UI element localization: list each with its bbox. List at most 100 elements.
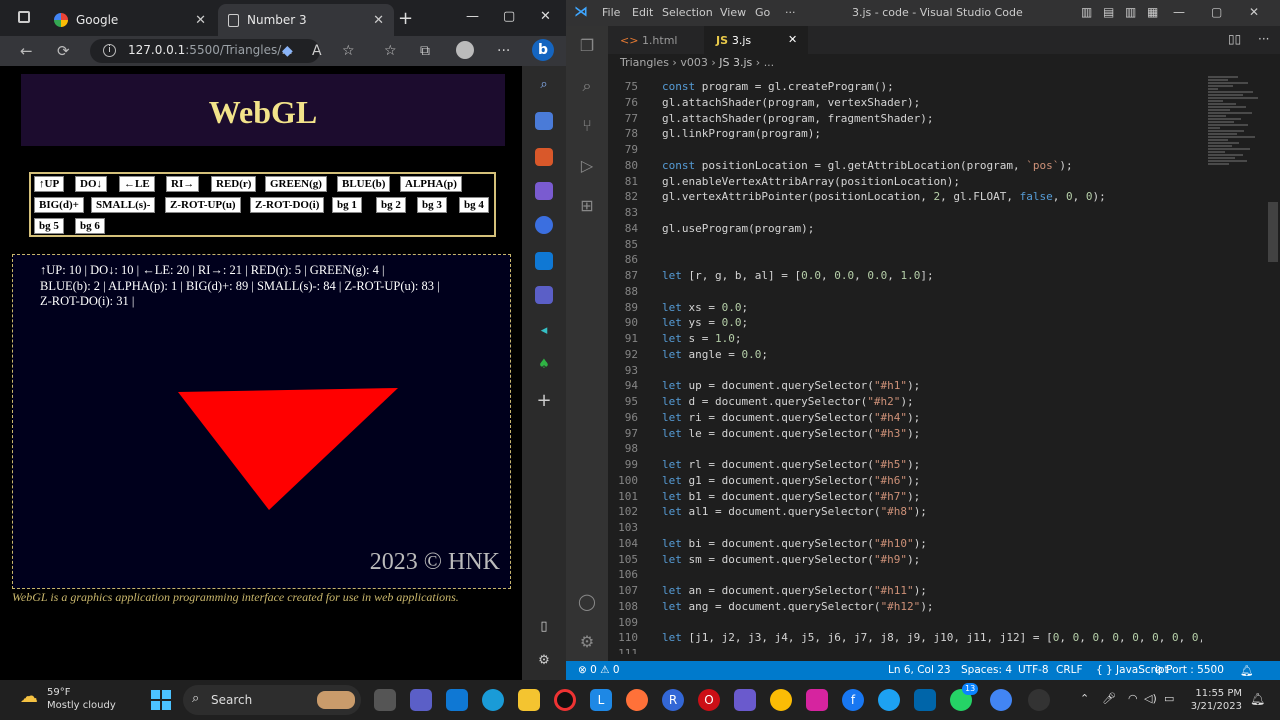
down-button[interactable]: DO↓ xyxy=(75,176,107,192)
collections-icon[interactable]: ⧉ xyxy=(420,43,430,59)
bing-icon[interactable]: b xyxy=(532,39,554,61)
layout-secondary-icon[interactable]: ▥ xyxy=(1125,5,1136,19)
code-editor[interactable]: 75 const program = gl.createProgram(); 76 g… xyxy=(608,80,1202,654)
minimize-icon[interactable]: — xyxy=(1173,5,1185,19)
close-icon[interactable]: ✕ xyxy=(373,13,384,28)
layout-panel-icon[interactable]: ▤ xyxy=(1103,5,1114,19)
teams-chat-icon[interactable] xyxy=(410,689,432,711)
breadcrumb-item[interactable]: JS 3.js xyxy=(719,56,752,69)
accounts-icon[interactable]: ◯ xyxy=(577,592,597,612)
games-icon[interactable] xyxy=(535,182,553,200)
system-clock[interactable]: 11:55 PM 3/21/2023 xyxy=(1180,687,1242,713)
refresh-icon[interactable]: ⟳ xyxy=(57,42,70,60)
minimize-icon[interactable]: — xyxy=(466,9,479,24)
app-settings-icon[interactable] xyxy=(1028,689,1050,711)
menu-go[interactable]: Go xyxy=(755,6,770,19)
extensions-icon[interactable]: ⊞ xyxy=(577,196,597,216)
up-button[interactable]: ↑UP xyxy=(34,176,65,192)
new-tab-icon[interactable]: + xyxy=(398,8,413,29)
toolbox-icon[interactable] xyxy=(535,148,553,166)
minimap[interactable] xyxy=(1202,72,1266,656)
close-icon[interactable]: ✕ xyxy=(788,33,797,46)
tray-overflow-icon[interactable]: ⌃ xyxy=(1080,692,1089,705)
tab-actions-icon[interactable] xyxy=(18,11,30,23)
settings-icon[interactable]: ⚙ xyxy=(535,652,553,670)
search-icon[interactable]: ⌕ xyxy=(535,76,553,94)
battery-icon[interactable]: ▭ xyxy=(1164,692,1174,705)
read-aloud-icon[interactable]: A xyxy=(312,43,322,59)
profile-avatar[interactable] xyxy=(456,41,474,59)
designer-icon[interactable] xyxy=(535,286,553,304)
firefox-icon[interactable] xyxy=(626,689,648,711)
close-icon[interactable]: ✕ xyxy=(195,13,206,28)
start-button[interactable] xyxy=(151,690,171,710)
breadcrumb-item[interactable]: v003 xyxy=(680,56,708,69)
tree-icon[interactable]: ♠ xyxy=(535,356,553,374)
back-icon[interactable]: ← xyxy=(20,42,33,60)
facebook-icon[interactable]: f xyxy=(842,689,864,711)
blue-button[interactable]: BLUE(b) xyxy=(337,176,391,192)
vscode-icon[interactable] xyxy=(914,689,936,711)
big-button[interactable]: BIG(d)+ xyxy=(34,197,84,213)
bg1-button[interactable]: bg 1 xyxy=(332,197,362,213)
green-button[interactable]: GREEN(g) xyxy=(265,176,327,192)
record-icon[interactable] xyxy=(554,689,576,711)
bg3-button[interactable]: bg 3 xyxy=(417,197,447,213)
app-r-icon[interactable]: R xyxy=(662,689,684,711)
tab-3-js[interactable]: JS 3.js ✕ xyxy=(704,26,808,54)
breadcrumb-item[interactable]: ... xyxy=(764,56,775,69)
scrollbar-thumb[interactable] xyxy=(1268,202,1278,262)
wifi-icon[interactable]: ◠ xyxy=(1128,692,1138,705)
maximize-icon[interactable]: ▢ xyxy=(503,9,515,24)
line-ending[interactable]: CRLF xyxy=(1056,664,1083,676)
taskbar-search[interactable]: ⌕ Search xyxy=(183,685,361,715)
run-debug-icon[interactable]: ▷ xyxy=(577,156,597,176)
manage-gear-icon[interactable]: ⚙ xyxy=(577,632,597,652)
tab-google[interactable]: Google ✕ xyxy=(44,4,216,36)
small-button[interactable]: SMALL(s)- xyxy=(91,197,156,213)
z-rot-up-button[interactable]: Z-ROT-UP(u) xyxy=(165,197,241,213)
maximize-icon[interactable]: ▢ xyxy=(1211,5,1222,19)
favorite-icon[interactable]: ☆ xyxy=(342,43,355,59)
whatsapp-icon[interactable]: 13 xyxy=(950,683,979,711)
indentation[interactable]: Spaces: 4 xyxy=(961,664,1012,676)
encoding[interactable]: UTF-8 xyxy=(1018,664,1049,676)
cursor-position[interactable]: Ln 6, Col 23 xyxy=(888,664,951,676)
bg6-button[interactable]: bg 6 xyxy=(75,218,105,234)
right-button[interactable]: RI→ xyxy=(166,176,200,192)
bg5-button[interactable]: bg 5 xyxy=(34,218,64,234)
close-window-icon[interactable]: ✕ xyxy=(1249,5,1259,19)
opera-icon[interactable]: O xyxy=(698,689,720,711)
task-view-icon[interactable] xyxy=(374,689,396,711)
menu-more[interactable]: ··· xyxy=(785,6,796,19)
bg2-button[interactable]: bg 2 xyxy=(376,197,406,213)
split-editor-icon[interactable]: ▯▯ xyxy=(1228,32,1241,46)
customize-layout-icon[interactable]: ▦ xyxy=(1147,5,1158,19)
mail-icon[interactable] xyxy=(446,689,468,711)
favorites-icon[interactable]: ☆ xyxy=(384,43,397,59)
menu-file[interactable]: File xyxy=(602,6,620,19)
editor-scrollbar[interactable] xyxy=(1266,72,1280,656)
tab-1-html[interactable]: <> 1.html xyxy=(608,26,702,54)
red-button[interactable]: RED(r) xyxy=(211,176,257,192)
send-icon[interactable]: ◂ xyxy=(535,322,553,340)
live-server-port[interactable]: ⊘ Port : 5500 xyxy=(1154,664,1224,676)
search-icon[interactable]: ⌕ xyxy=(577,76,597,96)
outlook-icon[interactable] xyxy=(535,252,553,270)
add-icon[interactable]: + xyxy=(535,392,553,410)
extension-icon[interactable]: ◆ xyxy=(282,43,293,59)
microphone-icon[interactable]: 🎤︎ xyxy=(1102,692,1116,705)
left-button[interactable]: ←LE xyxy=(119,176,155,192)
z-rot-down-button[interactable]: Z-ROT-DO(i) xyxy=(250,197,325,213)
source-control-icon[interactable]: ⑂ xyxy=(577,116,597,136)
more-actions-icon[interactable]: ··· xyxy=(1258,32,1269,46)
bg4-button[interactable]: bg 4 xyxy=(459,197,489,213)
tab-number-3[interactable]: Number 3 ✕ xyxy=(218,4,394,36)
alpha-button[interactable]: ALPHA(p) xyxy=(400,176,462,192)
edge-icon[interactable] xyxy=(482,689,504,711)
edge-drop-icon[interactable] xyxy=(535,216,553,234)
problems-indicator[interactable]: ⊗ 0 ⚠ 0 xyxy=(578,664,620,676)
explorer-icon[interactable]: ❐ xyxy=(577,36,597,56)
menu-view[interactable]: View xyxy=(720,6,746,19)
chrome-icon[interactable] xyxy=(990,689,1012,711)
